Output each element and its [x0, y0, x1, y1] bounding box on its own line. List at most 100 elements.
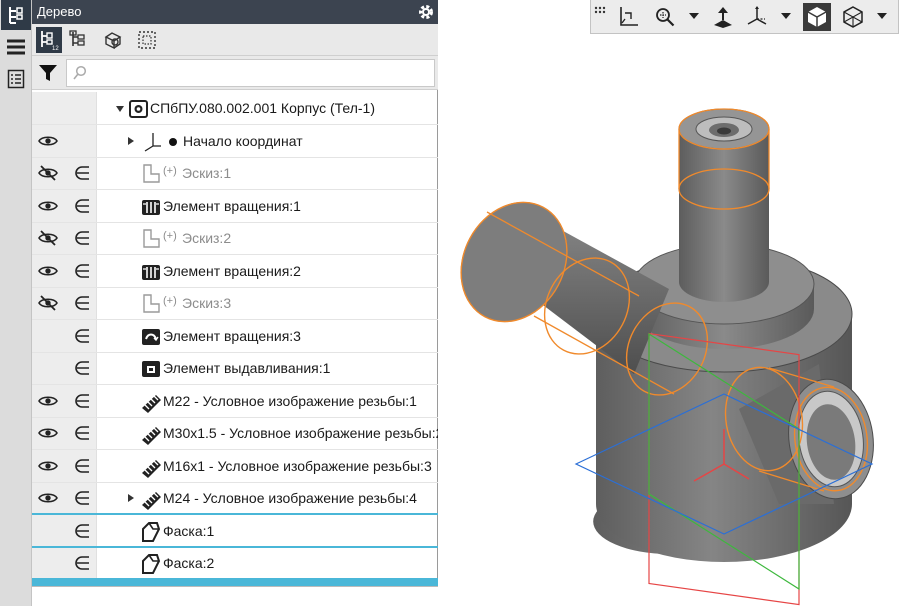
eye-icon[interactable] [38, 457, 58, 475]
root-label: СПбПУ.080.002.001 Корпус (Тел-1) [150, 100, 375, 116]
tree-icon[interactable] [1, 0, 31, 30]
grip-icon[interactable] [593, 4, 607, 30]
tree-row-label: Начало координат [183, 133, 303, 149]
tree-row[interactable]: М30х1.5 - Условное изображение резьбы:2 [32, 417, 438, 450]
tree-row[interactable]: Фаска:2 [32, 547, 438, 580]
plus-mark-icon: (+) [163, 295, 177, 307]
eye-icon[interactable] [38, 132, 58, 150]
checklist-icon[interactable] [1, 64, 31, 94]
expand-icon[interactable] [128, 494, 134, 502]
zoom-dropdown-icon[interactable] [689, 13, 699, 19]
thread-icon [140, 423, 162, 445]
gear-icon[interactable] [417, 3, 435, 21]
tree-row[interactable]: Элемент вращения:1 [32, 190, 438, 223]
tree-row[interactable]: Элемент вращения:2 [32, 255, 438, 288]
thread-icon [140, 456, 162, 478]
tree-row[interactable]: Начало координат [32, 125, 438, 158]
eye-icon[interactable] [38, 197, 58, 215]
eye-hidden-icon[interactable] [38, 294, 58, 312]
model-viewport[interactable] [439, 34, 899, 606]
include-icon[interactable] [74, 522, 92, 540]
include-icon[interactable] [74, 327, 92, 345]
tree-structure-icon[interactable]: 12 [36, 27, 62, 53]
include-icon[interactable] [74, 554, 92, 572]
tree-row[interactable]: Фаска:1 [32, 515, 438, 548]
triad-icon[interactable] [743, 3, 771, 31]
select-frame-icon[interactable] [134, 27, 160, 53]
tree-row-label: Эскиз:3 [182, 295, 232, 311]
filter-icon[interactable] [34, 59, 62, 87]
revolve-icon [140, 196, 162, 218]
include-icon[interactable] [74, 489, 92, 507]
plus-mark-icon: (+) [163, 230, 177, 242]
tree-row-label: Элемент вращения:2 [163, 263, 301, 279]
tree-row-label: Эскиз:1 [182, 165, 232, 181]
eye-hidden-icon[interactable] [38, 229, 58, 247]
part-model[interactable] [439, 34, 899, 606]
vertical-shaft [679, 129, 769, 302]
tree-row[interactable]: Элемент выдавливания:1 [32, 352, 438, 385]
tree-row-label: М22 - Условное изображение резьбы:1 [163, 393, 417, 409]
chamfer-icon [140, 521, 162, 543]
panel-toolbar: 12 [32, 24, 438, 56]
include-icon[interactable] [74, 359, 92, 377]
tree-row[interactable]: (+) Эскиз:3 [32, 287, 438, 320]
search-icon [73, 65, 87, 84]
chamfer-icon [140, 553, 162, 575]
tree-row[interactable]: Элемент вращения:3 [32, 320, 438, 353]
include-icon[interactable] [74, 392, 92, 410]
tree-row-label: М24 - Условное изображение резьбы:4 [163, 490, 417, 506]
include-icon[interactable] [74, 164, 92, 182]
wireframe-cube-icon[interactable] [839, 3, 867, 31]
tree-row[interactable]: (+) Эскиз:1 [32, 157, 438, 190]
search-input[interactable] [93, 60, 433, 86]
eye-icon[interactable] [38, 262, 58, 280]
display-dropdown-icon[interactable] [877, 13, 887, 19]
include-icon[interactable] [74, 457, 92, 475]
component-view-icon[interactable] [100, 27, 126, 53]
triad-dropdown-icon[interactable] [781, 13, 791, 19]
menu-icon[interactable] [1, 32, 31, 62]
orientation-icon[interactable] [615, 3, 643, 31]
sketch-icon [140, 228, 162, 250]
tree-footer [32, 586, 438, 606]
thread-icon [140, 391, 162, 413]
origin-icon [144, 131, 166, 153]
panel-title: Дерево [37, 4, 82, 19]
eye-icon[interactable] [38, 424, 58, 442]
panel-header: Дерево [32, 0, 438, 24]
side-strip [0, 0, 32, 606]
eye-icon[interactable] [38, 392, 58, 410]
thread-icon [140, 488, 162, 510]
eye-icon[interactable] [38, 489, 58, 507]
tree-row-label: Элемент вращения:1 [163, 198, 301, 214]
revolve-icon [140, 261, 162, 283]
filter-bar [32, 56, 438, 90]
tree-row-label: Элемент выдавливания:1 [163, 360, 331, 376]
tree-row-label: Фаска:1 [163, 523, 215, 539]
tree-row-label: Элемент вращения:3 [163, 328, 301, 344]
include-icon[interactable] [74, 262, 92, 280]
extrude-icon [140, 358, 162, 380]
zoom-icon[interactable] [651, 3, 679, 31]
orient-normal-icon[interactable] [709, 3, 737, 31]
expand-icon[interactable] [128, 137, 134, 145]
tree-row-label: М16х1 - Условное изображение резьбы:3 [163, 458, 432, 474]
tree-row[interactable]: М24 - Условное изображение резьбы:4 [32, 482, 438, 515]
tree-row[interactable]: М16х1 - Условное изображение резьбы:3 [32, 450, 438, 483]
tree-row[interactable]: (+) Эскиз:2 [32, 222, 438, 255]
svg-text:12: 12 [52, 46, 59, 51]
tree-row[interactable]: М22 - Условное изображение резьбы:1 [32, 385, 438, 418]
shaded-cube-icon[interactable] [803, 3, 831, 31]
eye-hidden-icon[interactable] [38, 164, 58, 182]
tree-root-row[interactable]: СПбПУ.080.002.001 Корпус (Тел-1) [32, 92, 438, 125]
collapse-icon[interactable] [116, 106, 124, 112]
sketch-icon [140, 293, 162, 315]
include-icon[interactable] [74, 229, 92, 247]
view-toolbar [590, 0, 899, 34]
include-icon[interactable] [74, 294, 92, 312]
include-icon[interactable] [74, 197, 92, 215]
include-icon[interactable] [74, 424, 92, 442]
tree-row-label: М30х1.5 - Условное изображение резьбы:2 [163, 425, 438, 441]
tree-hierarchy-icon[interactable] [66, 27, 92, 53]
